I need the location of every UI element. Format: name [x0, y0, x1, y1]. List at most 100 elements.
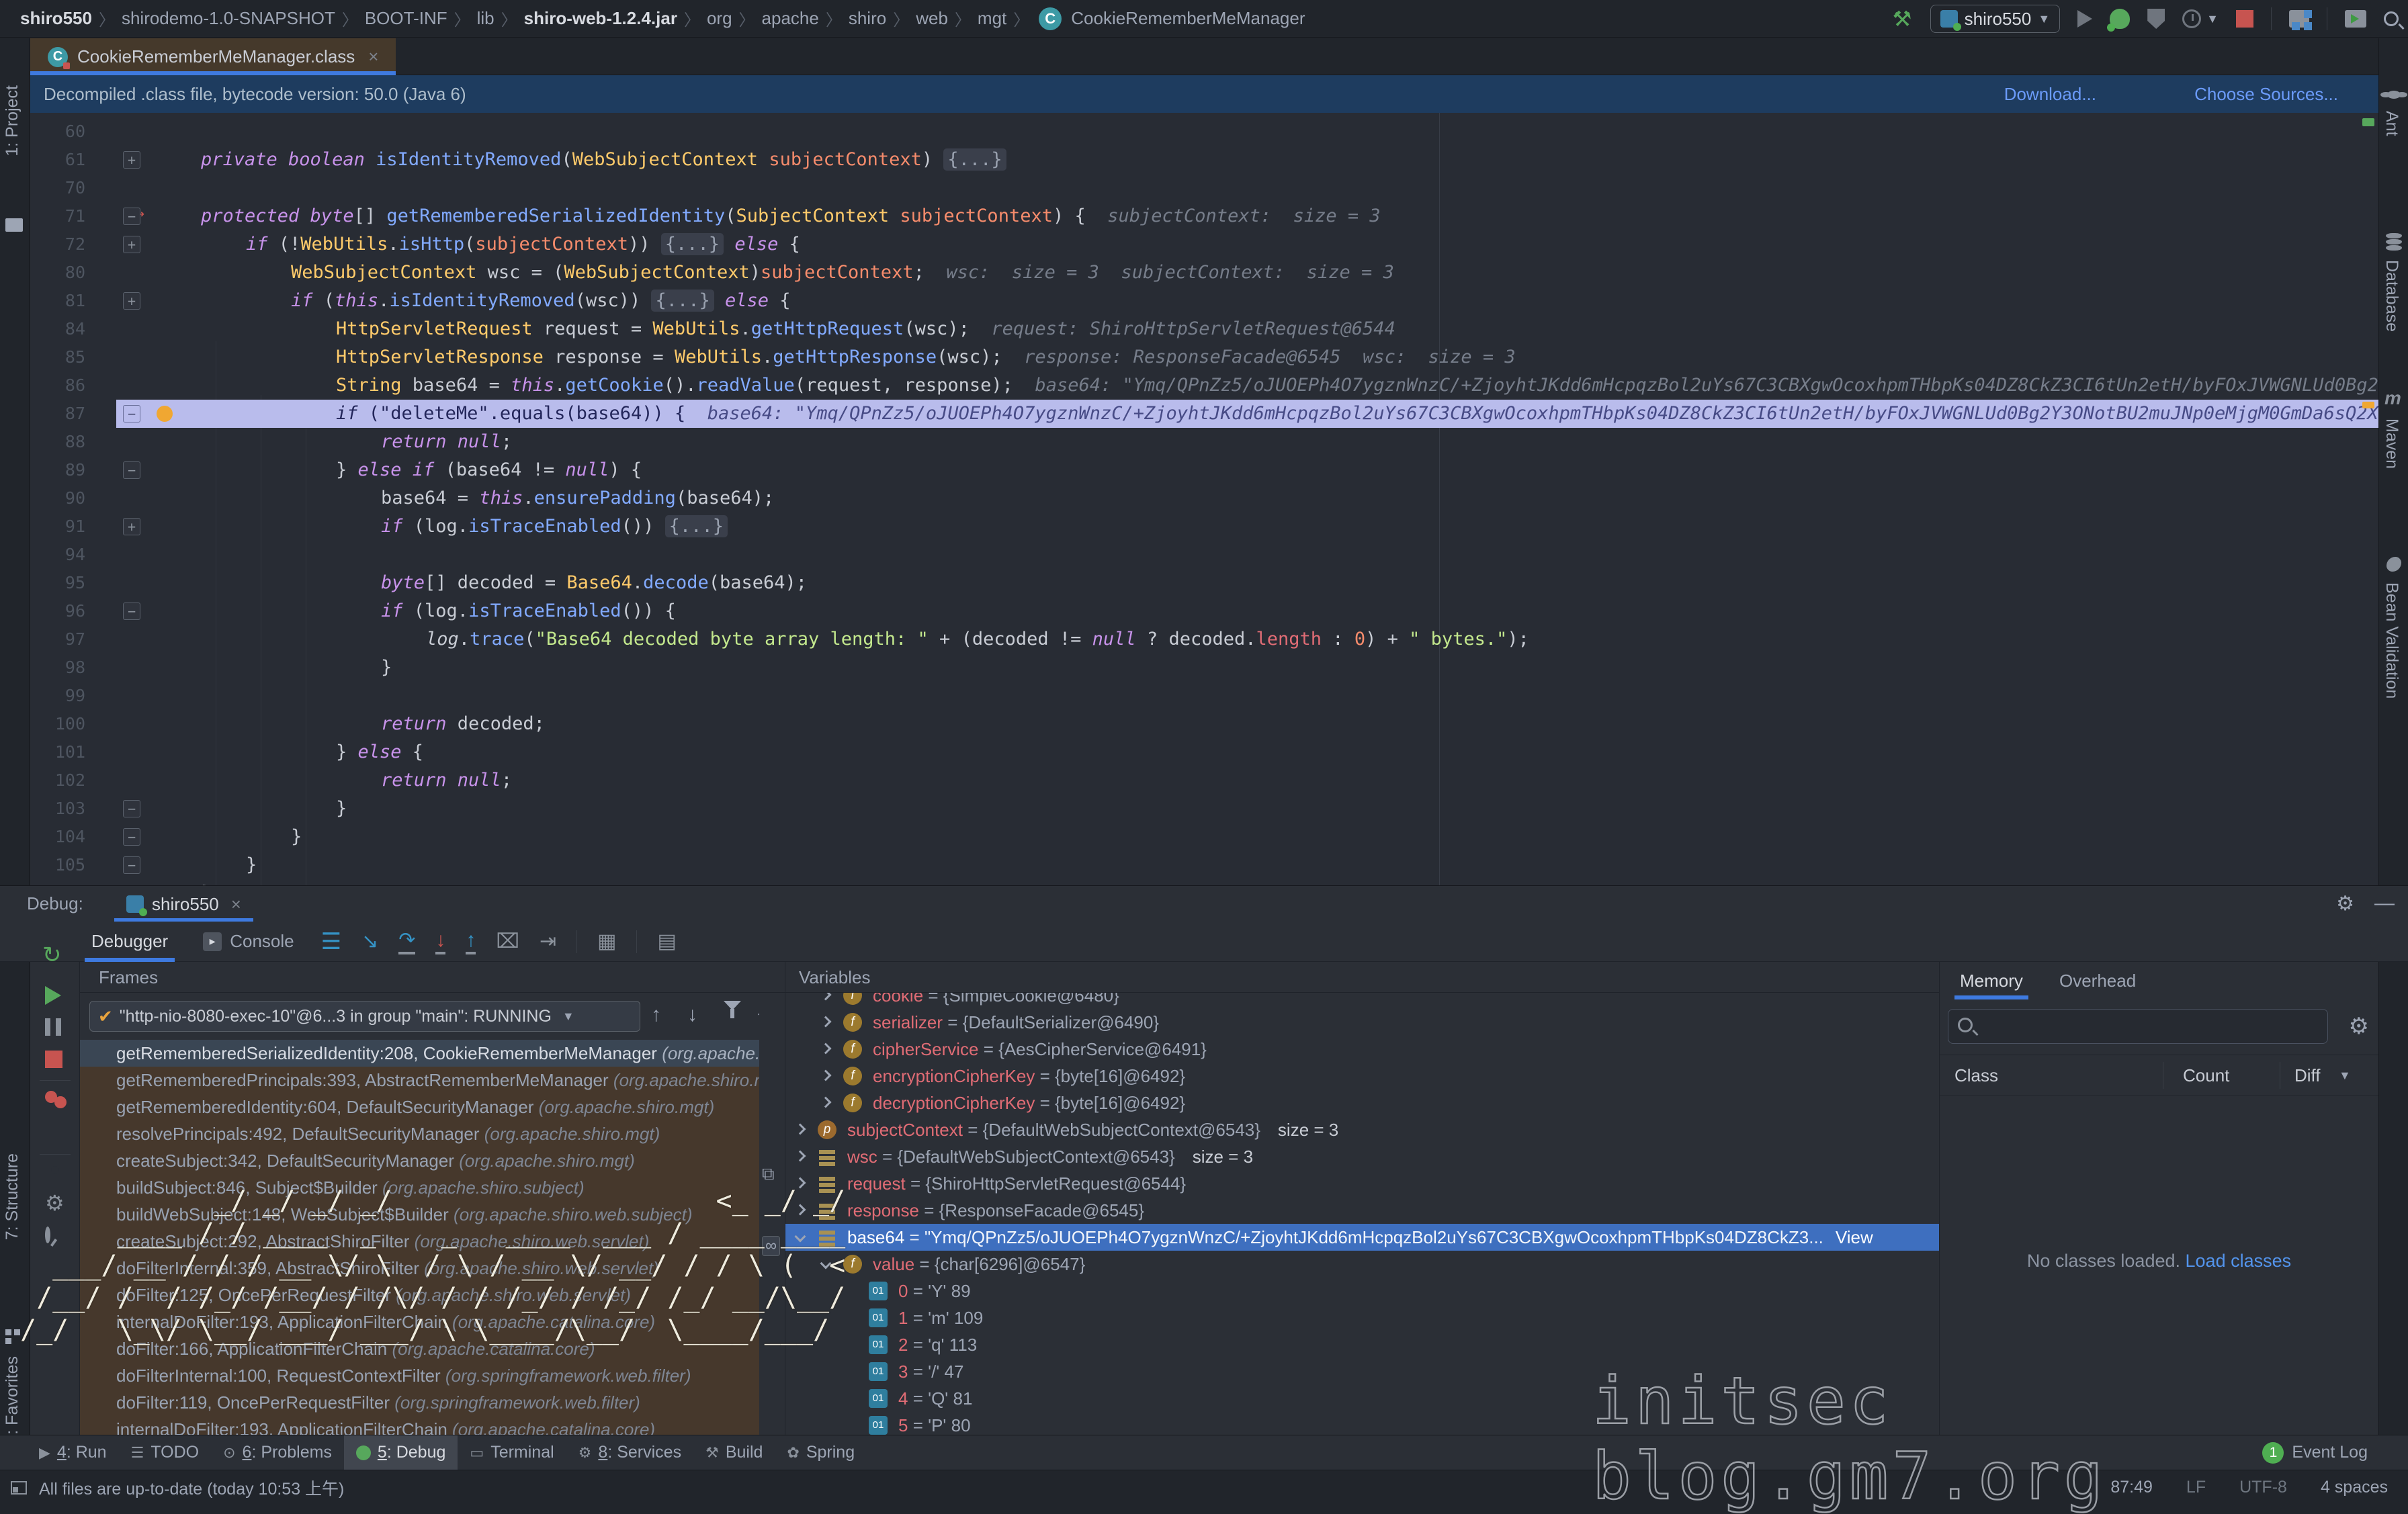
fold-marker[interactable]: − [123, 461, 140, 479]
sidebar-item-bean-validation[interactable]: Bean Validation [2382, 582, 2401, 699]
memory-table-header[interactable]: Class Count Diff ▼ [1940, 1055, 2378, 1096]
breadcrumb-item[interactable]: web [916, 8, 948, 29]
code-line[interactable]: 97log.trace("Base64 decoded byte array l… [30, 625, 2378, 654]
frames-list[interactable]: getRememberedSerializedIdentity:208, Coo… [80, 1040, 785, 1435]
code-line[interactable]: 105−} [30, 851, 2378, 879]
stop-button[interactable] [2236, 10, 2253, 28]
code-line[interactable]: 100return decoded; [30, 710, 2378, 738]
code-line[interactable]: 87−if ("deleteMe".equals(base64)) { base… [30, 400, 2378, 428]
sidebar-item-database[interactable]: Database [2382, 260, 2401, 332]
inspection-indicator[interactable] [2362, 118, 2374, 126]
stack-frame-row[interactable]: buildSubject:846, Subject$Builder (org.a… [80, 1174, 785, 1201]
fold-marker[interactable]: − [123, 405, 140, 422]
stack-frame-row[interactable]: internalDoFilter:193, ApplicationFilterC… [80, 1308, 785, 1335]
code-line[interactable]: 89−} else if (base64 != null) { [30, 456, 2378, 484]
tool-window-button-build[interactable]: ⚒Build [693, 1435, 775, 1470]
stack-frame-row[interactable]: doFilter:125, OncePerRequestFilter (org.… [80, 1282, 785, 1308]
profiler-button[interactable] [2182, 9, 2201, 28]
code-line[interactable]: 90base64 = this.ensurePadding(base64); [30, 484, 2378, 513]
code-line[interactable]: 96−if (log.isTraceEnabled()) { [30, 597, 2378, 625]
code-line[interactable]: 106} [30, 879, 2378, 885]
memory-search-input[interactable] [1948, 1009, 2328, 1044]
tree-chevron-icon[interactable] [820, 1016, 832, 1028]
code-line[interactable]: 61@+private boolean isIdentityRemoved(We… [30, 146, 2378, 174]
breadcrumb-item[interactable]: shirodemo-1.0-SNAPSHOT [122, 8, 335, 29]
code-line[interactable]: 99 [30, 682, 2378, 710]
tab-memory[interactable]: Memory [1954, 962, 2028, 999]
code-line[interactable]: 80WebSubjectContext wsc = (WebSubjectCon… [30, 259, 2378, 287]
project-folder-icon[interactable] [5, 218, 23, 232]
tree-chevron-icon[interactable] [795, 1124, 806, 1135]
code-line[interactable]: 91+if (log.isTraceEnabled()) {...} [30, 513, 2378, 541]
encoding-indicator[interactable]: UTF-8 [2239, 1478, 2287, 1497]
variable-row[interactable]: wsc = {DefaultWebSubjectContext@6543}siz… [785, 1143, 1939, 1170]
sidebar-item-ant[interactable]: Ant [2382, 111, 2401, 136]
variables-tree[interactable]: fcookie = {SimpleCookie@6480}fserializer… [785, 993, 1939, 1435]
stack-frame-row[interactable]: internalDoFilter:193, ApplicationFilterC… [80, 1416, 785, 1435]
pin-tab-icon[interactable] [45, 1227, 50, 1243]
minimize-icon[interactable]: — [2374, 892, 2395, 916]
variable-row[interactable]: fencryptionCipherKey = {byte[16]@6492} [785, 1063, 1939, 1089]
load-classes-link[interactable]: Load classes [2186, 1251, 2292, 1271]
stack-frame-row[interactable]: getRememberedPrincipals:393, AbstractRem… [80, 1067, 785, 1094]
variable-row[interactable]: base64 = "Ymq/QPnZz5/oJUOEPh4O7ygznWnzC/… [785, 1224, 1939, 1251]
filter-frames-icon[interactable] [724, 1001, 741, 1032]
variable-row[interactable]: 011 = 'm' 109 [785, 1304, 1939, 1331]
indent-indicator[interactable]: 4 spaces [2321, 1478, 2388, 1497]
tree-chevron-icon[interactable] [795, 1177, 806, 1189]
caret-position[interactable]: 87:49 [2110, 1478, 2153, 1497]
run-anything-icon[interactable] [2345, 10, 2366, 28]
code-line[interactable]: 71−protected byte[] getRememberedSeriali… [30, 202, 2378, 230]
code-line[interactable]: 101} else { [30, 738, 2378, 766]
pause-icon[interactable] [45, 1018, 61, 1036]
code-line[interactable]: 84HttpServletRequest request = WebUtils.… [30, 315, 2378, 343]
view-value-link[interactable]: View [1836, 1227, 1873, 1247]
variable-row[interactable]: fserializer = {DefaultSerializer@6490} [785, 1009, 1939, 1036]
stack-frame-row[interactable]: doFilterInternal:359, AbstractShiroFilte… [80, 1255, 785, 1282]
ant-icon[interactable] [2387, 91, 2401, 99]
debug-button[interactable] [2110, 9, 2130, 29]
variable-row[interactable]: psubjectContext = {DefaultWebSubjectCont… [785, 1116, 1939, 1143]
code-line[interactable]: 104−} [30, 823, 2378, 851]
tab-debugger[interactable]: Debugger [74, 922, 185, 962]
tree-chevron-icon[interactable] [820, 1097, 832, 1108]
tool-window-button-todo[interactable]: ☰TODO [119, 1435, 212, 1470]
breadcrumb-item[interactable]: shiro550 [20, 8, 92, 29]
build-hammer-icon[interactable]: ⚒ [1893, 9, 1913, 29]
choose-sources-link[interactable]: Choose Sources... [2194, 84, 2338, 105]
evaluate-expression-icon[interactable]: ▦ [597, 930, 616, 953]
variable-row[interactable]: fdecryptionCipherKey = {byte[16]@6492} [785, 1089, 1939, 1116]
tool-window-button----problems[interactable]: ⊙6: Problems [211, 1435, 344, 1470]
breadcrumb-item[interactable]: shiro [849, 8, 886, 29]
breadcrumb-item[interactable]: BOOT-INF [365, 8, 447, 29]
settings-sliders-icon[interactable]: ▤ [657, 930, 676, 953]
code-line[interactable]: 70 [30, 174, 2378, 202]
tree-chevron-icon[interactable] [820, 993, 832, 1000]
variable-row[interactable]: response = {ResponseFacade@6545} [785, 1197, 1939, 1224]
debug-settings-gear-icon[interactable]: ⚙ [45, 1190, 64, 1216]
fold-marker[interactable]: + [123, 292, 140, 310]
debug-session-tab[interactable]: shiro550 × [114, 886, 253, 922]
sidebar-item-maven[interactable]: Maven [2382, 418, 2401, 469]
breadcrumb-item[interactable]: CookieRememberMeManager [1071, 8, 1305, 29]
tree-chevron-icon[interactable] [820, 1070, 832, 1081]
fold-marker[interactable]: − [123, 208, 140, 225]
breadcrumb-item[interactable]: lib [477, 8, 494, 29]
variable-row[interactable]: fcookie = {SimpleCookie@6480} [785, 993, 1939, 1009]
code-line[interactable]: 60 [30, 118, 2378, 146]
rerun-icon[interactable]: ↻ [42, 942, 62, 969]
event-log-button[interactable]: 1 Event Log [2262, 1442, 2368, 1464]
show-execution-point-icon[interactable]: ↘ [361, 930, 378, 953]
maven-icon[interactable]: m [2384, 388, 2401, 409]
line-ending-indicator[interactable]: LF [2186, 1478, 2206, 1497]
copy-stack-icon[interactable]: ⧉ [762, 1163, 775, 1185]
editor-tab[interactable]: C CookieRememberMeManager.class × [30, 38, 396, 75]
breadcrumb-item[interactable]: shiro-web-1.2.4.jar [524, 8, 677, 29]
breakpoint-icon[interactable] [157, 406, 173, 422]
step-over-icon[interactable]: ↷ [398, 928, 415, 954]
code-editor[interactable]: 6061@+private boolean isIdentityRemoved(… [30, 113, 2378, 885]
bean-validation-icon[interactable] [2386, 557, 2401, 572]
tree-chevron-icon[interactable] [820, 1043, 832, 1055]
run-button[interactable] [2077, 10, 2092, 28]
resume-icon[interactable] [45, 986, 61, 1005]
